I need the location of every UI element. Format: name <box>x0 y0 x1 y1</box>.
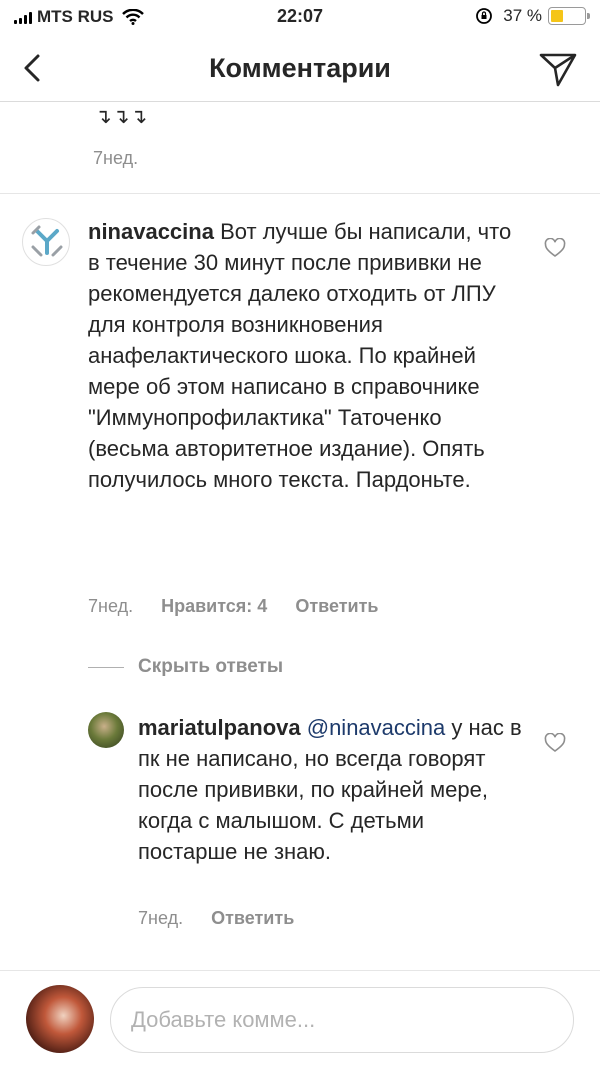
reply-meta: 7нед. Ответить <box>138 908 294 929</box>
battery-percent: 37 % <box>503 6 542 25</box>
page-title: Комментарии <box>209 53 391 83</box>
status-right: 37 % <box>475 6 590 26</box>
previous-comment: ↴↴↴ 7нед. <box>0 102 600 194</box>
battery-icon <box>548 7 590 25</box>
reply-time: 7нед. <box>138 908 184 928</box>
comment-composer <box>0 970 600 1066</box>
hide-replies-label: Скрыть ответы <box>138 656 284 677</box>
comment: ninavaccina Вот лучше бы написали, что в… <box>0 194 600 644</box>
likes-count[interactable]: Нравится: 4 <box>161 596 267 617</box>
avatar[interactable] <box>22 218 70 266</box>
rotation-lock-icon <box>476 8 493 24</box>
battery-fill <box>551 10 563 22</box>
previous-comment-time: 7нед. <box>93 148 139 168</box>
comment-meta: 7нед. Нравится: 4 Ответить <box>88 596 379 617</box>
reply-heart-icon[interactable] <box>544 733 566 753</box>
previous-comment-text: ↴↴↴ <box>95 106 149 128</box>
comment-body: Вот лучше бы написали, что в течение 30 … <box>88 219 512 492</box>
reply-text: mariatulpanova @ninavaccina у нас в пк н… <box>138 712 522 867</box>
reply-avatar[interactable] <box>88 712 124 748</box>
reply-username[interactable]: mariatulpanova <box>138 715 301 740</box>
hide-replies-toggle[interactable]: Скрыть ответы <box>88 656 283 678</box>
reply-comment: mariatulpanova @ninavaccina у нас в пк н… <box>0 700 600 960</box>
status-bar: MTS RUS 22:07 37 % <box>0 0 600 36</box>
comment-text: ninavaccina Вот лучше бы написали, что в… <box>88 216 518 495</box>
divider-line <box>88 666 124 668</box>
reply-button[interactable]: Ответить <box>295 596 378 617</box>
comment-time: 7нед. <box>88 596 134 616</box>
reply-reply-button[interactable]: Ответить <box>211 908 294 929</box>
reply-mention[interactable]: @ninavaccina <box>307 715 446 740</box>
current-user-avatar <box>26 985 94 1053</box>
nav-header: Комментарии <box>0 36 600 102</box>
send-icon[interactable] <box>538 50 578 88</box>
comment-input[interactable] <box>111 988 573 1052</box>
vaccine-logo-icon <box>31 225 63 257</box>
comment-input-wrapper <box>110 987 574 1053</box>
heart-icon[interactable] <box>544 238 566 258</box>
comment-username[interactable]: ninavaccina <box>88 219 214 244</box>
